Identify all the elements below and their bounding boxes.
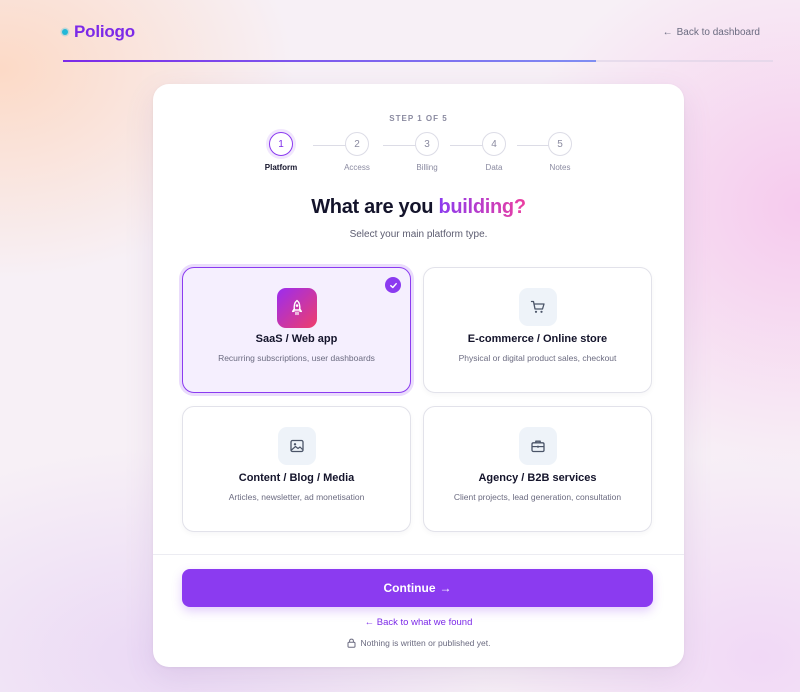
logo-dot-icon (62, 29, 68, 35)
back-to-dashboard-label: Back to dashboard (676, 27, 760, 38)
step-number: 4 (482, 132, 506, 156)
step-label: Access (344, 163, 370, 172)
arrow-left-icon: ← (662, 27, 673, 38)
step-number: 5 (548, 132, 572, 156)
step-data[interactable]: 4 Data (464, 132, 524, 172)
option-description: Recurring subscriptions, user dashboards (218, 353, 375, 363)
progress-bar-fill (63, 60, 596, 62)
safety-note: Nothing is written or published yet. (153, 638, 684, 648)
onboarding-card: STEP 1 OF 5 1 Platform 2 Access 3 Billin… (153, 84, 684, 667)
card-divider (153, 554, 684, 555)
option-saas-web-app[interactable]: SaaS / Web app Recurring subscriptions, … (182, 267, 411, 393)
step-number: 1 (269, 132, 293, 156)
cart-icon (518, 288, 557, 326)
step-platform[interactable]: 1 Platform (251, 132, 311, 172)
option-agency-b2b-services[interactable]: Agency / B2B services Client projects, l… (423, 406, 652, 532)
step-access[interactable]: 2 Access (327, 132, 387, 172)
logo-text: Poliogo (74, 22, 135, 41)
step-notes[interactable]: 5 Notes (530, 132, 590, 172)
progress-bar (63, 60, 773, 62)
page-subtitle: Select your main platform type. (349, 229, 488, 240)
step-label: Notes (549, 163, 571, 172)
title-plain: What are you (311, 196, 439, 218)
option-title: SaaS / Web app (255, 333, 338, 345)
step-label: Data (485, 163, 503, 172)
briefcase-icon (518, 427, 557, 465)
option-description: Client projects, lead generation, consul… (453, 492, 622, 502)
title-accent: building? (438, 196, 526, 218)
step-label: Billing (416, 163, 438, 172)
option-description: Articles, newsletter, ad monetisation (228, 492, 365, 502)
option-title: Content / Blog / Media (238, 472, 355, 484)
arrow-left-icon: ← (364, 617, 375, 628)
lock-icon (347, 638, 356, 648)
option-ecommerce-online-store[interactable]: E-commerce / Online store Physical or di… (423, 267, 652, 393)
step-number: 3 (415, 132, 439, 156)
check-icon (385, 277, 401, 293)
page-title: What are you building? (153, 196, 684, 219)
back-to-dashboard-link[interactable]: ← Back to dashboard (663, 27, 760, 38)
option-content-blog-media[interactable]: Content / Blog / Media Articles, newslet… (182, 406, 411, 532)
continue-button[interactable]: Continue → (182, 569, 653, 607)
option-title: E-commerce / Online store (467, 333, 608, 345)
option-description: Physical or digital product sales, check… (458, 353, 617, 363)
option-title: Agency / B2B services (478, 472, 597, 484)
step-counter: STEP 1 OF 5 (389, 114, 448, 123)
back-link-label: Back to what we found (376, 617, 473, 628)
step-billing[interactable]: 3 Billing (397, 132, 457, 172)
arrow-right-icon: → (439, 581, 452, 595)
continue-label: Continue (383, 581, 436, 595)
step-number: 2 (345, 132, 369, 156)
top-bar: Poliogo ← Back to dashboard (0, 0, 800, 62)
logo[interactable]: Poliogo (62, 22, 135, 42)
stepper: 1 Platform 2 Access 3 Billing 4 Data 5 N… (265, 132, 575, 172)
step-label: Platform (264, 163, 298, 172)
image-icon (277, 427, 316, 465)
back-to-what-we-found-link[interactable]: ← Back to what we found (153, 617, 684, 628)
note-text: Nothing is written or published yet. (360, 638, 491, 648)
rocket-icon (276, 288, 317, 328)
